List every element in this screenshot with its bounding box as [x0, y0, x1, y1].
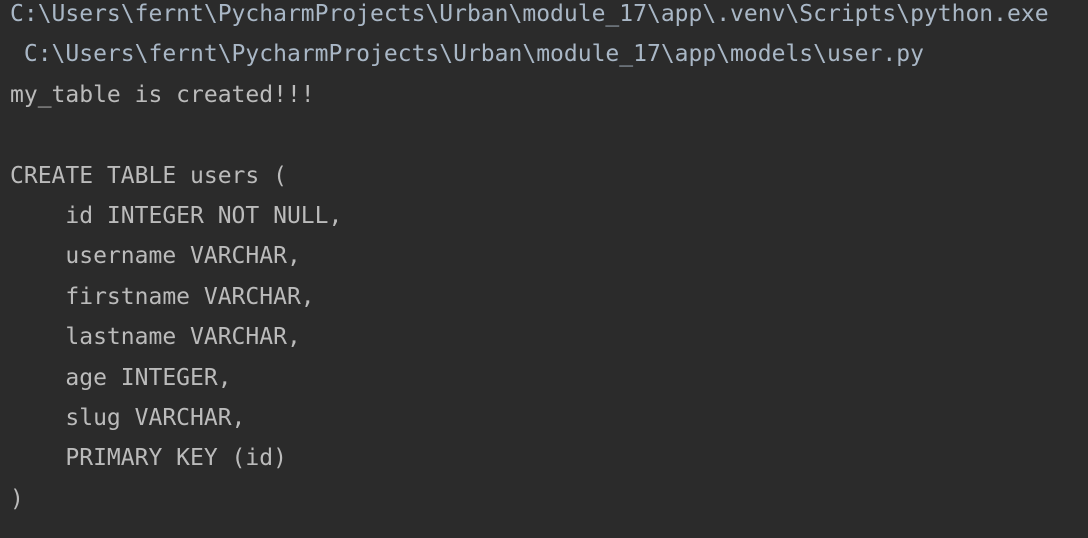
- console-line-script-path: C:\Users\fernt\PycharmProjects\Urban\mod…: [10, 41, 924, 68]
- console-line-message: my_table is created!!!: [10, 81, 315, 108]
- console-line-column-slug: slug VARCHAR,: [10, 404, 246, 431]
- console-line-close-paren: ): [10, 485, 24, 512]
- console-line-create-table: CREATE TABLE users (: [10, 162, 287, 189]
- console-line-column-firstname: firstname VARCHAR,: [10, 283, 315, 310]
- run-console-output[interactable]: C:\Users\fernt\PycharmProjects\Urban\mod…: [0, 0, 1088, 538]
- console-line-column-id: id INTEGER NOT NULL,: [10, 202, 343, 229]
- console-line-primary-key: PRIMARY KEY (id): [10, 445, 287, 472]
- console-line-column-lastname: lastname VARCHAR,: [10, 324, 301, 351]
- console-line-interpreter-path: C:\Users\fernt\PycharmProjects\Urban\mod…: [10, 1, 1049, 27]
- console-line-column-username: username VARCHAR,: [10, 243, 301, 270]
- console-line-column-age: age INTEGER,: [10, 364, 232, 391]
